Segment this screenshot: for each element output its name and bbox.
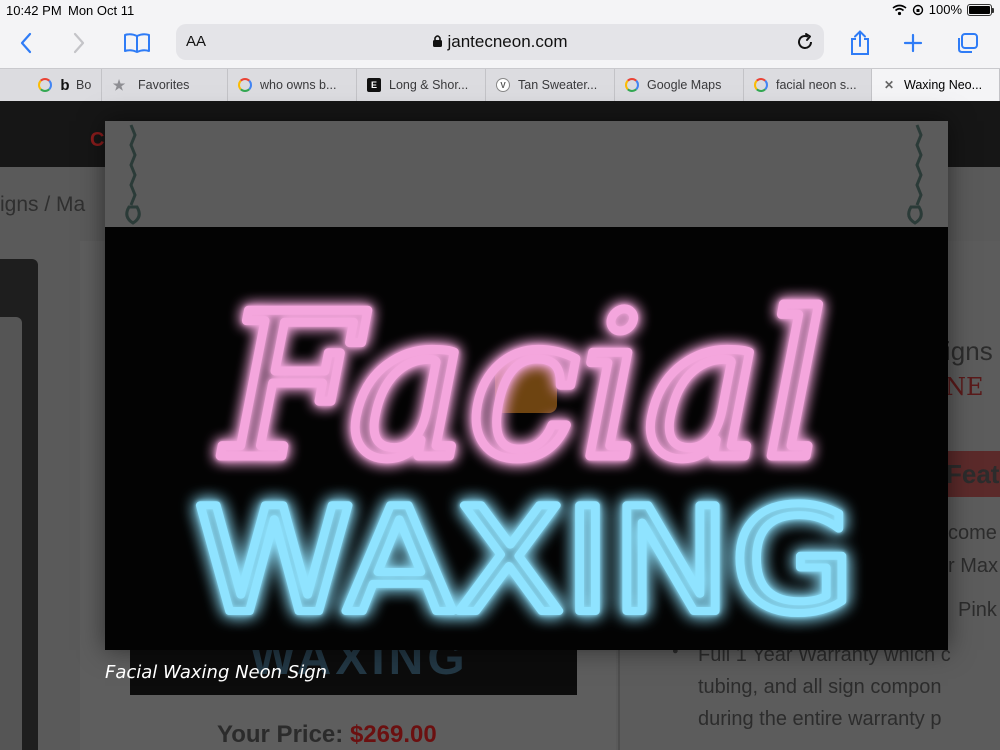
tab-label: facial neon s... — [776, 78, 857, 92]
neon-sign-image: Facial WAXING — [105, 121, 948, 650]
url-text: jantecneon.com — [447, 32, 568, 51]
star-icon: ★ — [112, 76, 126, 93]
sidebar-inner — [0, 317, 22, 750]
back-icon[interactable] — [9, 28, 43, 58]
tab-google-maps[interactable]: Google Maps — [615, 69, 744, 101]
status-bar: 10:42 PM Mon Oct 11 100% — [0, 0, 1000, 20]
bing-icon: b — [60, 76, 70, 94]
sign-text-facial: Facial — [219, 271, 827, 504]
bookmarks-icon[interactable] — [120, 28, 154, 58]
tab-bing[interactable]: b Bo — [0, 69, 102, 101]
tab-waxing-neon[interactable]: ✕ Waxing Neo... — [872, 69, 1000, 101]
details-line-3: Pink — [958, 599, 997, 621]
details-line-2: r Max — [948, 555, 998, 577]
details-line-1: come — [948, 522, 997, 544]
tab-label: Waxing Neo... — [904, 78, 983, 92]
status-right: 100% — [892, 2, 994, 17]
google-icon — [625, 78, 639, 92]
image-caption: Facial Waxing Neon Sign — [105, 662, 328, 683]
tab-label: Tan Sweater... — [518, 78, 598, 92]
tab-favorites[interactable]: ★ Favorites — [102, 69, 228, 101]
status-time: 10:42 PM — [6, 3, 62, 18]
v-icon: V — [496, 78, 510, 92]
tab-long-short[interactable]: E Long & Shor... — [357, 69, 486, 101]
orientation-lock-icon — [912, 4, 923, 15]
status-date: Mon Oct 11 — [68, 3, 135, 18]
lock-icon — [433, 35, 443, 47]
tab-label: who owns b... — [260, 78, 337, 92]
tabs-overview-icon[interactable] — [950, 28, 984, 58]
tab-facial-neon[interactable]: facial neon s... — [744, 69, 872, 101]
site-logo-fragment: C — [90, 129, 105, 151]
tab-who-owns[interactable]: who owns b... — [228, 69, 357, 101]
tab-label: Favorites — [138, 78, 190, 92]
price-row: Your Price: $269.00 — [217, 721, 437, 749]
tab-tan-sweater[interactable]: V Tan Sweater... — [486, 69, 615, 101]
e-icon: E — [367, 78, 381, 92]
tab-strip: b Bo ★ Favorites who owns b... E Long & … — [0, 68, 1000, 101]
breadcrumb[interactable]: igns / Ma — [0, 193, 85, 217]
warranty-line-2: tubing, and all sign compon — [698, 676, 942, 698]
wifi-icon — [892, 4, 907, 15]
reload-icon[interactable] — [794, 31, 816, 53]
browser-toolbar: AA jantecneon.com — [0, 20, 1000, 68]
price-value: $269.00 — [349, 721, 437, 748]
sign-wall — [105, 121, 948, 227]
forward-icon[interactable] — [62, 28, 96, 58]
google-icon — [238, 78, 252, 92]
features-heading: Feat — [940, 451, 1000, 497]
close-icon[interactable]: ✕ — [882, 78, 896, 92]
tab-label: Google Maps — [647, 78, 722, 92]
sign-text-waxing: WAXING — [195, 477, 855, 646]
tab-label: Long & Shor... — [389, 78, 469, 92]
battery-percent: 100% — [928, 2, 962, 17]
price-label: Your Price: — [217, 721, 344, 748]
warranty-line-3: during the entire warranty p — [698, 708, 942, 730]
neon-brand-fragment: NE — [945, 373, 984, 401]
google-icon — [754, 78, 768, 92]
share-icon[interactable] — [843, 28, 877, 58]
details-title-fragment: igns — [945, 336, 993, 366]
address-bar[interactable]: AA jantecneon.com — [176, 24, 824, 60]
image-lightbox[interactable]: Facial WAXING — [105, 121, 948, 650]
google-icon — [38, 78, 52, 92]
new-tab-icon[interactable] — [896, 28, 930, 58]
battery-icon — [967, 3, 994, 16]
tab-label: Bo — [76, 78, 92, 92]
url-display[interactable]: jantecneon.com — [176, 32, 824, 52]
